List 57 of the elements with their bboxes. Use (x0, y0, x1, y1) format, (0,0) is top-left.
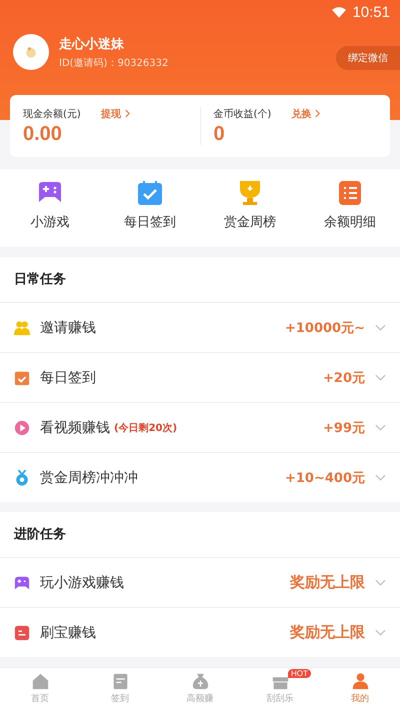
nav-tab[interactable]: 签到 (80, 668, 160, 710)
chevron-down-icon[interactable] (375, 324, 386, 332)
nav-tab[interactable]: 高额赚 (160, 668, 240, 710)
card-icon (14, 624, 30, 640)
chevron-down-icon[interactable] (375, 374, 386, 382)
nav-tab[interactable]: HOT 刮刮乐 (240, 668, 320, 710)
task-name: 邀请赚钱 (40, 318, 96, 336)
medal-icon (14, 470, 30, 486)
person-icon (352, 673, 368, 690)
status-time: 10:51 (352, 4, 390, 21)
people-icon (14, 320, 30, 336)
user-id: ID(邀请码)：90326332 (59, 56, 170, 70)
task-reward: 奖励无上限 (290, 573, 365, 592)
nav-tab[interactable]: 我的 (320, 668, 400, 710)
list-icon[interactable] (336, 179, 364, 207)
task-reward: 奖励无上限 (290, 623, 365, 642)
task-reward: +20元 (323, 370, 365, 386)
task-reward: +99元 (323, 420, 365, 436)
calendar-icon[interactable] (136, 179, 164, 207)
task-reward: +10~400元 (284, 470, 365, 486)
shortcut-label[interactable]: 余额明细 (324, 213, 376, 231)
balance-label: 金币收益(个) (214, 108, 272, 120)
chevron-down-icon[interactable] (375, 628, 386, 636)
chevron-right-icon[interactable] (315, 109, 320, 118)
shortcut-label[interactable]: 每日签到 (124, 213, 176, 231)
play-icon (14, 420, 30, 436)
section-title: 进阶任务 (12, 526, 67, 544)
wifi-icon (332, 7, 346, 18)
shortcut-label[interactable]: 小游戏 (30, 213, 70, 231)
task-name: 玩小游戏赚钱 (40, 574, 124, 592)
balance-action-link[interactable]: 提现 (100, 106, 121, 120)
balance-label: 现金余额(元) (23, 108, 81, 120)
chevron-down-icon[interactable] (375, 474, 386, 482)
balance-action-link[interactable]: 兑换 (291, 106, 312, 120)
nav-tab[interactable]: 首页 (0, 668, 80, 710)
chevron-right-icon[interactable] (124, 109, 130, 118)
task-name: 赏金周榜冲冲冲 (40, 468, 138, 486)
balance-value: 0 (214, 122, 226, 146)
avatar (13, 34, 49, 70)
user-name: 走心小迷妹 (59, 36, 125, 52)
task-name: 刷宝赚钱 (40, 624, 96, 642)
checkin-icon (14, 370, 30, 386)
hot-badge: HOT (288, 669, 311, 678)
balance-value: 0.00 (23, 122, 63, 146)
task-name: 看视频赚钱 (40, 418, 110, 436)
money-bag-icon (192, 673, 208, 690)
task-note: (今日剩20次) (114, 422, 178, 434)
shortcut-label[interactable]: 赏金周榜 (224, 213, 276, 231)
home-icon (32, 673, 48, 690)
task-name: 每日签到 (40, 368, 96, 386)
task-reward: +10000元~ (284, 320, 365, 336)
document-icon (112, 673, 128, 690)
bind-wechat-button[interactable]: 绑定微信 (336, 46, 400, 70)
gamepad-icon (14, 574, 30, 590)
chevron-down-icon[interactable] (375, 424, 386, 432)
section-title: 日常任务 (13, 271, 67, 289)
chevron-down-icon[interactable] (375, 578, 386, 586)
